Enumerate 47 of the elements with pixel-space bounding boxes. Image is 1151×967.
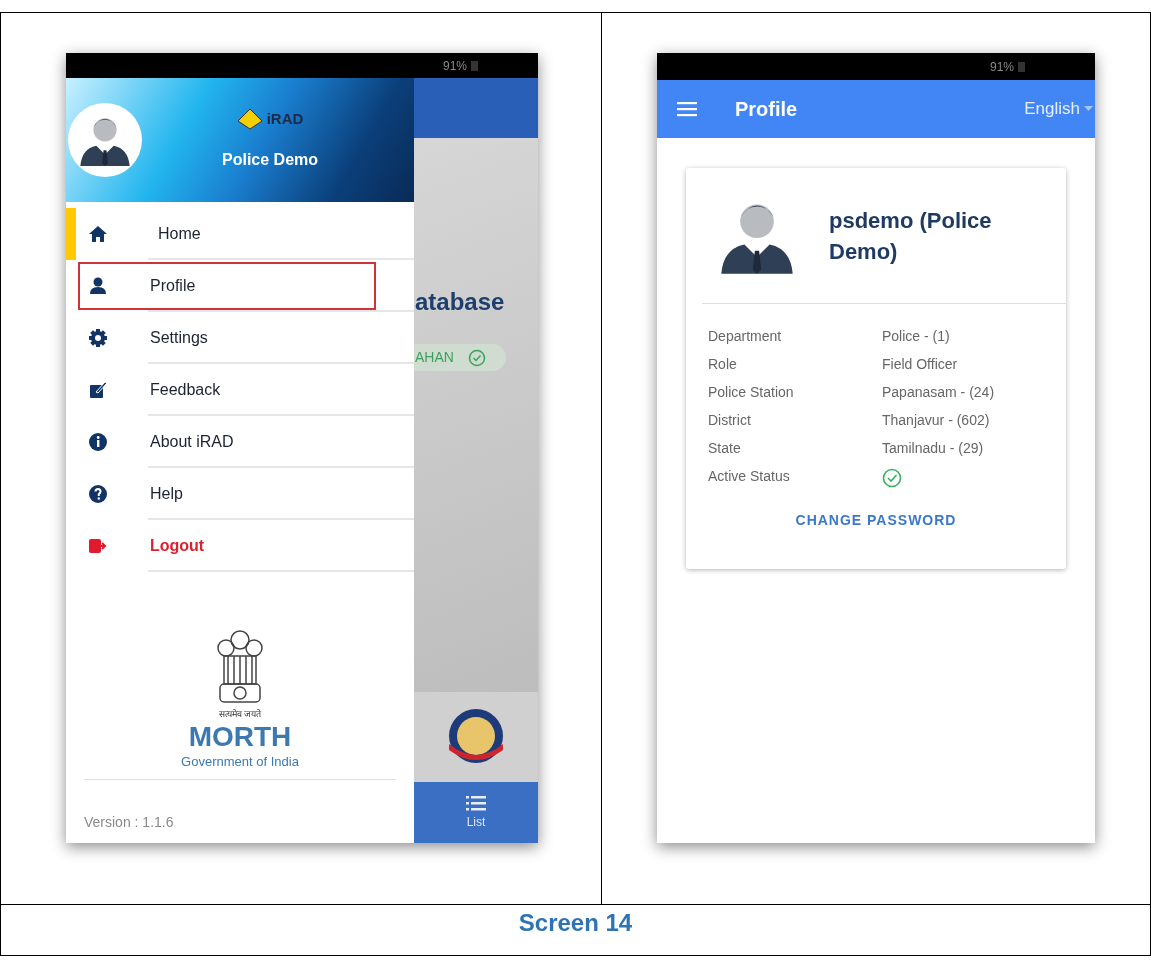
field-label: District	[708, 411, 752, 430]
caption: Screen 14	[518, 908, 633, 938]
drawer-user-name: Police Demo	[222, 150, 319, 171]
menu-icon	[677, 101, 697, 117]
org-name: MORTH	[188, 721, 292, 752]
check-circle-icon	[467, 348, 486, 367]
status-chip: AHAN	[414, 344, 506, 371]
org-subtitle: Government of India	[181, 752, 299, 771]
help-icon	[88, 484, 108, 504]
field-value: Thanjavur - (602)	[882, 411, 991, 430]
field-label: Police Station	[708, 383, 795, 402]
app-bar-title: Profile	[735, 97, 798, 122]
home-icon	[88, 224, 108, 244]
field-value: Police - (1)	[882, 327, 951, 346]
caret-icon	[1084, 106, 1093, 112]
change-password-button[interactable]: CHANGE PASSWORD	[787, 506, 965, 535]
battery-level: 91%	[989, 58, 1014, 76]
field-label: Active Status	[708, 467, 791, 486]
field-label: Role	[708, 355, 738, 374]
info-icon	[88, 432, 108, 452]
version-text: Version : 1.1.6	[84, 813, 175, 832]
field-value: Tamilnadu - (29)	[882, 439, 985, 458]
drawer-menu-item[interactable]: Logout	[66, 520, 414, 572]
app-logo-text: iRAD	[266, 108, 304, 129]
battery-icon	[1018, 61, 1025, 72]
person-icon	[88, 276, 108, 296]
drawer-menu-item[interactable]: Feedback	[66, 364, 414, 416]
field-label: State	[708, 439, 742, 458]
drawer-menu-item[interactable]: Help	[66, 468, 414, 520]
gear-icon	[88, 328, 108, 348]
drawer-menu-item[interactable]: Settings	[66, 312, 414, 364]
list-icon	[466, 794, 486, 811]
field-value: Papanasam - (24)	[882, 383, 996, 402]
bottom-tab[interactable]: List	[414, 782, 538, 843]
edit-icon	[88, 380, 108, 400]
logout-icon	[88, 536, 108, 556]
profile-name: psdemo (Police Demo)	[829, 206, 993, 266]
drawer-menu-item[interactable]: About iRAD	[66, 416, 414, 468]
field-value: Field Officer	[882, 355, 959, 374]
battery-icon	[471, 60, 478, 71]
drawer-menu-item[interactable]: Home	[66, 208, 414, 260]
drawer-menu-item[interactable]: Profile	[66, 260, 414, 312]
warning-sign-icon	[236, 108, 263, 130]
field-label: Department	[708, 327, 783, 346]
emblem-motto: सत्यमेव जयते	[218, 708, 262, 721]
page-heading: atabase	[415, 287, 506, 317]
battery-level: 91%	[442, 57, 467, 75]
